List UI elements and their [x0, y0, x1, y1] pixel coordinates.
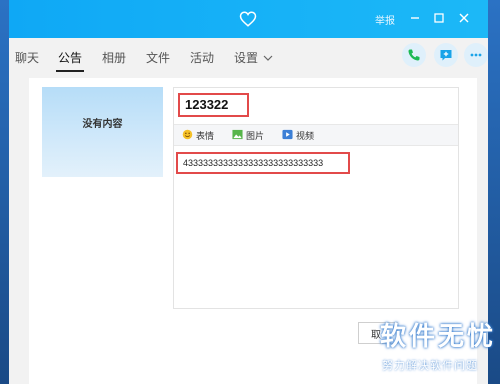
editor-toolbar: 表情 图片 视频: [174, 124, 458, 146]
image-label: 图片: [246, 132, 265, 142]
emoji-label: 表情: [196, 132, 215, 142]
phone-icon: [408, 49, 420, 61]
tab-announcement[interactable]: 公告: [58, 49, 82, 66]
tab-activity[interactable]: 活动: [190, 49, 214, 66]
tab-files[interactable]: 文件: [146, 49, 170, 66]
report-link[interactable]: 举报: [375, 12, 395, 27]
message-button[interactable]: [434, 43, 458, 67]
close-icon[interactable]: [457, 11, 471, 25]
video-button[interactable]: 视频: [282, 129, 315, 142]
announcement-body-input[interactable]: 4333333333333333333333333333: [176, 152, 350, 174]
video-icon: [282, 129, 293, 140]
thumbnail-text: 没有内容: [82, 119, 123, 130]
minimize-icon[interactable]: [408, 11, 422, 25]
call-button[interactable]: [402, 43, 426, 67]
watermark-title: 软件无忧: [380, 322, 497, 352]
image-icon: [232, 129, 243, 140]
announcement-editor: 123322 表情 图片 视频 433333333333333333333333…: [173, 87, 459, 309]
image-button[interactable]: 图片: [232, 129, 265, 142]
heart-icon: [239, 11, 257, 27]
titlebar: 举报: [9, 0, 488, 38]
chevron-down-icon[interactable]: [263, 54, 273, 62]
emoji-icon: [182, 129, 193, 140]
watermark-subtitle: 努力解决软件问题: [382, 359, 478, 372]
more-button[interactable]: [464, 43, 488, 67]
emoji-button[interactable]: 表情: [182, 129, 215, 142]
watermark-logo: 软件无忧 努力解决软件问题: [376, 314, 498, 380]
active-tab-underline: [56, 70, 84, 72]
tab-bar: 聊天 公告 相册 文件 活动 设置: [9, 38, 488, 78]
tab-album[interactable]: 相册: [102, 49, 126, 66]
announcement-thumbnail[interactable]: 没有内容: [42, 87, 163, 177]
announcement-title-input[interactable]: 123322: [178, 93, 249, 117]
chat-plus-icon: [440, 50, 452, 61]
video-label: 视频: [296, 132, 315, 142]
maximize-icon[interactable]: [432, 11, 446, 25]
more-icon: [470, 53, 482, 57]
tab-settings[interactable]: 设置: [234, 49, 258, 66]
tab-chat[interactable]: 聊天: [15, 49, 39, 66]
